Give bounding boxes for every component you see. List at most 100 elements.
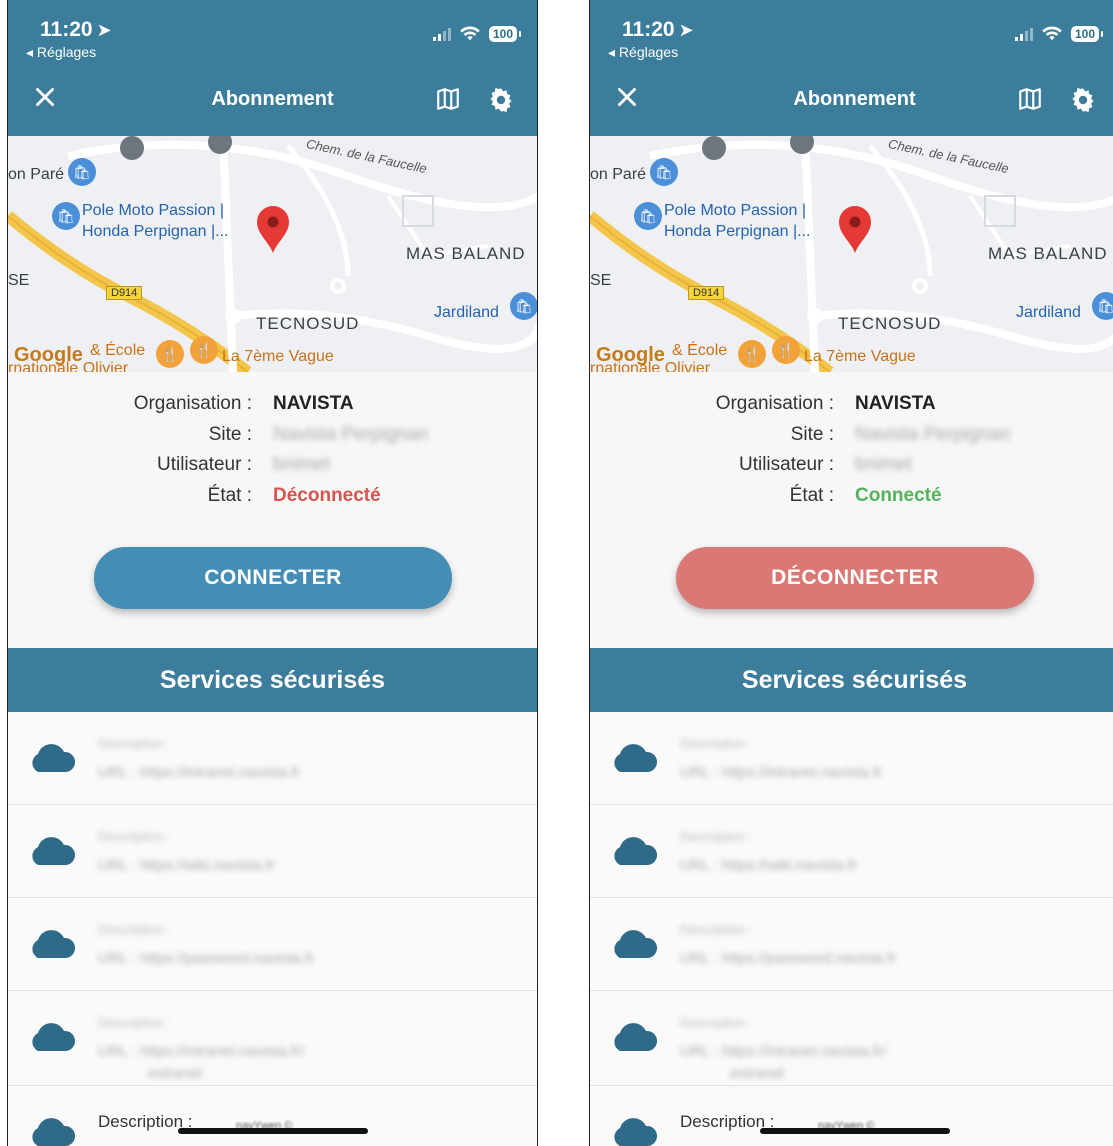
shopping-poi-icon: 🛍 [510, 292, 537, 320]
service-item[interactable]: Description : URL : https://intranet.nav… [8, 991, 537, 1086]
state-label: État : [789, 484, 834, 506]
service-description: Description : [680, 829, 753, 844]
map-icon[interactable] [435, 86, 461, 112]
cloud-icon [614, 1023, 658, 1051]
state-value: Déconnecté [273, 484, 381, 506]
status-icons: 100 [432, 26, 522, 42]
map-label: rnationale Olivier [590, 360, 711, 372]
map-label: Pole Moto Passion | [82, 202, 225, 219]
cloud-icon [32, 744, 76, 772]
home-indicator[interactable] [178, 1128, 368, 1134]
back-to-settings-link[interactable]: ◂ Réglages [608, 44, 678, 61]
cloud-icon [614, 1118, 658, 1146]
service-url: URL : https://wiki.navista.fr [98, 857, 275, 874]
app-header: 11:20 ➤ ◂ Réglages 100 Abonnement [8, 0, 537, 136]
shopping-poi-icon: 🛍 [68, 158, 96, 186]
poi-gray-marker [120, 136, 144, 160]
service-item[interactable]: Description : URL : https://intranet.nav… [590, 991, 1113, 1086]
user-value: bnimet [273, 454, 331, 475]
wifi-icon [1042, 26, 1062, 41]
gear-icon[interactable] [487, 86, 515, 114]
home-indicator[interactable] [760, 1128, 950, 1134]
service-url: URL : https://password.navista.fr [98, 950, 315, 967]
status-time: 11:20 ➤ [40, 18, 112, 41]
status-time: 11:20 ➤ [622, 18, 694, 41]
user-label: Utilisateur : [156, 454, 252, 475]
service-url-continued: extranet [730, 1065, 785, 1082]
cellular-signal-icon [1014, 27, 1033, 41]
shopping-poi-icon: 🛍 [634, 202, 662, 230]
service-description: Description : [680, 1015, 753, 1030]
services-section-title: Services sécurisés [8, 648, 537, 712]
location-arrow-icon: ➤ [96, 20, 112, 40]
restaurant-poi-icon: 🍴 [156, 340, 184, 368]
service-description: Description : [98, 736, 171, 751]
service-url: URL : https://intranet.navista.fr/ [98, 1043, 305, 1060]
service-url-continued: extranet [148, 1065, 203, 1082]
service-item[interactable]: Description : URL : https://wiki.navista… [8, 805, 537, 898]
cloud-icon [32, 930, 76, 958]
cloud-icon [614, 930, 658, 958]
service-item[interactable]: Description : [590, 1086, 1113, 1146]
map-label: MAS BALAND [406, 244, 526, 263]
service-item[interactable]: Description : URL : https://intranet.nav… [590, 712, 1113, 805]
battery-icon: 100 [1070, 26, 1104, 42]
service-item[interactable]: Description : URL : https://intranet.nav… [8, 712, 537, 805]
user-value: bnimet [855, 454, 913, 475]
organisation-value: NAVISTA [273, 393, 354, 414]
subscription-info: Organisation : NAVISTA Site : Navista Perp… [8, 393, 537, 515]
app-header: 11:20 ➤ ◂ Réglages 100 Abonnement [590, 0, 1113, 136]
status-icons: 100 [1014, 26, 1104, 42]
map-label: Honda Perpignan |... [664, 223, 811, 240]
site-label: Site : [790, 423, 834, 445]
road-number-badge: D914 [688, 286, 725, 300]
map-label: La 7ème Vague [804, 348, 916, 365]
service-url: URL : https://intranet.navista.fr/ [680, 1043, 887, 1060]
cloud-icon [32, 1118, 76, 1146]
map-label: SE [8, 272, 30, 289]
service-description: Description : [98, 829, 171, 844]
state-label: État : [207, 484, 252, 506]
map-label: TECNOSUD [256, 314, 360, 333]
wifi-icon [460, 26, 480, 41]
services-section-title: Services sécurisés [590, 648, 1113, 712]
battery-icon: 100 [488, 26, 522, 42]
site-value: Navista Perpignan [855, 423, 1011, 445]
service-description: Description : [98, 1015, 171, 1030]
organisation-label: Organisation : [133, 393, 252, 414]
user-label: Utilisateur : [738, 454, 834, 475]
service-description: Description : [98, 922, 171, 937]
location-map[interactable]: 🛍 on Paré 🛍 Pole Moto Passion | Honda Pe… [8, 136, 537, 372]
shopping-poi-icon: 🛍 [650, 158, 678, 186]
location-pin-icon [257, 206, 289, 253]
back-to-settings-link[interactable]: ◂ Réglages [26, 44, 96, 61]
map-label: MAS BALAND [988, 244, 1108, 263]
map-label: on Paré [590, 166, 647, 183]
service-description: Description : [680, 922, 753, 937]
map-label: rnationale Olivier [8, 360, 129, 372]
disconnect-button[interactable]: DÉCONNECTER [676, 547, 1034, 609]
organisation-value: NAVISTA [855, 393, 936, 414]
map-label: Pole Moto Passion | [664, 202, 807, 219]
restaurant-poi-icon: 🍴 [772, 336, 800, 364]
map-label: Honda Perpignan |... [82, 223, 229, 240]
site-value: Navista Perpignan [273, 423, 429, 445]
gear-icon[interactable] [1069, 86, 1097, 114]
service-item[interactable]: Description : URL : https://password.nav… [8, 898, 537, 991]
service-item[interactable]: Description : [8, 1086, 537, 1146]
site-label: Site : [208, 423, 252, 445]
shopping-poi-icon: 🛍 [52, 202, 80, 230]
cloud-icon [32, 1023, 76, 1051]
location-map[interactable]: 🛍 on Paré 🛍 Pole Moto Passion | Honda Pe… [590, 136, 1113, 372]
map-label: & École [672, 342, 728, 359]
connect-button[interactable]: CONNECTER [94, 547, 452, 609]
map-label: TECNOSUD [838, 314, 942, 333]
location-pin-icon [839, 206, 871, 253]
service-item[interactable]: Description : URL : https://wiki.navista… [590, 805, 1113, 898]
map-icon[interactable] [1017, 86, 1043, 112]
map-label: on Paré [8, 166, 65, 183]
poi-gray-marker [702, 136, 726, 160]
map-label: Jardiland [434, 304, 499, 321]
services-list: Description : URL : https://intranet.nav… [590, 712, 1113, 1146]
service-item[interactable]: Description : URL : https://password.nav… [590, 898, 1113, 991]
